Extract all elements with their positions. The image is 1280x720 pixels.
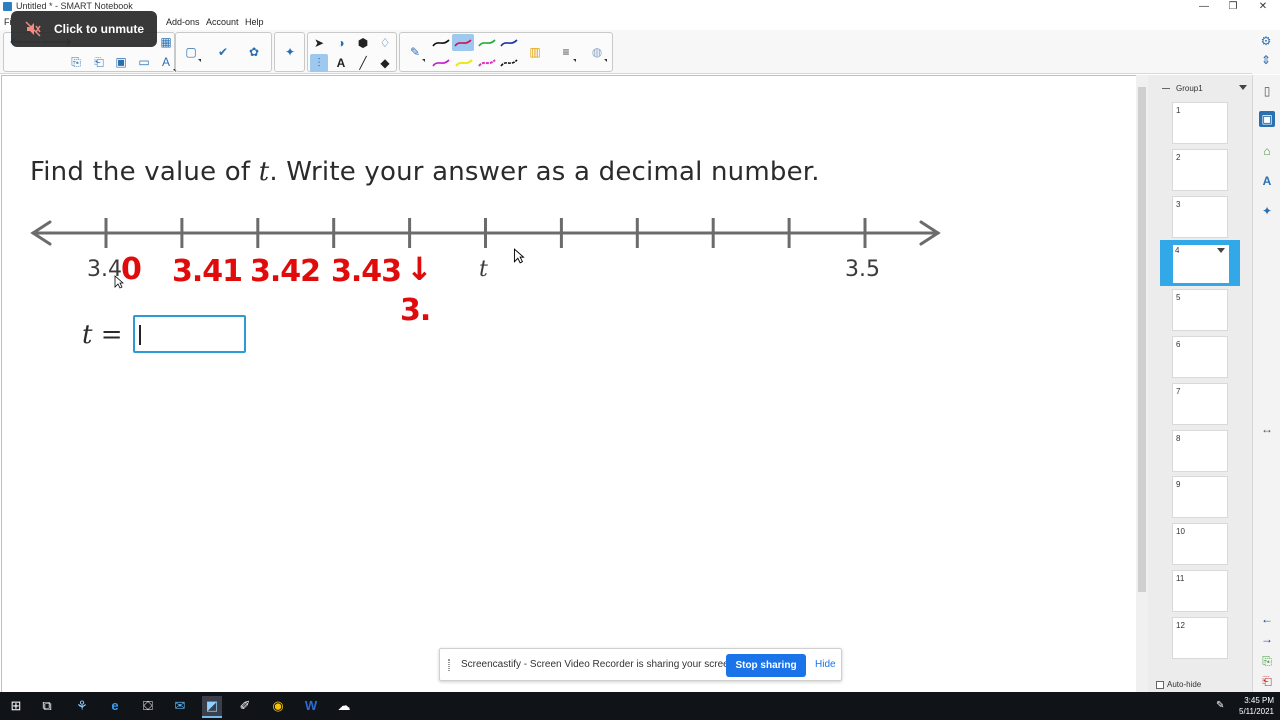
smart-notebook-taskbar-icon[interactable]: ◩ [202,696,222,718]
next-page-icon[interactable]: → [1259,631,1275,647]
add-page-icon-side[interactable]: ⎘ [1259,653,1275,669]
page-thumbnail[interactable]: 12 [1172,616,1228,659]
taskbar: ⊞ ⧉ ⚘ e ⛋ ✉ ◩ ✐ ◉ W ☁ ✎ 3:45 PM 5/11/202… [0,692,1280,720]
pen-tray-icon[interactable]: ✎ [1216,700,1224,711]
page-thumbnail[interactable]: 11 [1172,570,1228,612]
page-number: 6 [1176,340,1181,349]
group-title: Group1 [1176,84,1203,93]
handwritten-3-41: 3.41 [172,254,243,289]
page-number: 12 [1176,620,1185,630]
close-button[interactable]: ✕ [1247,0,1279,14]
clock-date: 5/11/2021 [1239,707,1274,716]
system-clock[interactable]: 3:45 PM 5/11/2021 [1234,695,1274,717]
side-tab-strip: ▯ ▣ ⌂ A ✦ ↔ ← → ⎘ ⎗ [1252,75,1280,692]
number-line [30,218,941,248]
page-thumbnail[interactable]: 9 [1172,476,1228,519]
answer-input[interactable] [133,315,246,353]
page-sorter-panel: Group1 1 2 3 4 5 6 7 8 9 10 11 12 Auto-hide [1148,75,1252,692]
mouse-cursor-icon [114,275,124,289]
smart-tools-icon[interactable]: ✐ [235,696,255,716]
page-number: 7 [1176,386,1181,396]
handwritten-partial-answer: 3. [400,293,431,328]
chrome-icon[interactable]: ◉ [268,696,288,716]
page-number: 5 [1176,293,1181,303]
page-thumbnail[interactable]: 6 [1172,336,1228,378]
canvas-vertical-scrollbar[interactable] [1136,75,1148,692]
minimize-button[interactable]: — [1188,0,1220,14]
handwritten-3-42: 3.42 [250,254,321,289]
tick-label-variable: t [479,257,488,282]
text-caret [139,325,141,345]
scrollbar-thumb[interactable] [1138,87,1146,592]
toolbar-position-icon[interactable]: ⇕ [1258,52,1274,68]
share-message: Screencastify - Screen Video Recorder is… [461,659,738,670]
handwritten-3-43: 3.43 [331,254,402,289]
task-view-icon[interactable]: ⧉ [37,696,57,716]
addons-tab-icon[interactable]: ✦ [1259,203,1275,219]
page-number: 10 [1176,527,1185,537]
people-icon[interactable]: ⚘ [72,696,92,716]
store-icon[interactable]: ⛋ [138,696,158,716]
word-icon[interactable]: W [301,696,321,716]
settings-strip: ⚙ ⇕ [1252,30,1280,74]
edge-browser-icon[interactable]: e [105,696,125,716]
page-thumbnail[interactable]: 10 [1172,523,1228,566]
delete-page-icon-side[interactable]: ⎗ [1259,673,1275,689]
hide-link[interactable]: Hide [815,659,836,670]
attachments-tab-icon[interactable]: ⌂ [1259,143,1275,159]
page-number: 4 [1175,246,1180,256]
mouse-pointer-icon [513,248,525,264]
page-thumbnail[interactable]: 8 [1172,429,1228,472]
page-number: 1 [1176,106,1181,115]
windows-start-icon[interactable]: ⊞ [6,696,26,716]
page-thumbnail[interactable]: 2 [1172,148,1228,191]
smart-ink-icon[interactable]: ☁ [334,696,354,716]
properties-tab-icon[interactable]: A [1259,173,1275,189]
previous-page-icon[interactable]: ← [1259,611,1275,627]
page-thumbnail[interactable]: 7 [1172,382,1228,425]
handwritten-arrow: ↓ [406,250,433,288]
clock-time: 3:45 PM [1244,696,1274,705]
answer-label: t = [82,320,123,350]
group-collapse-icon[interactable] [1162,88,1170,89]
page-number: 2 [1176,152,1181,162]
drag-handle-icon[interactable] [448,659,450,671]
page-number: 3 [1176,199,1181,209]
smart-notebook-window: Untitled * - SMART Notebook — ❐ ✕ Fi Add… [0,0,1280,720]
stop-sharing-button[interactable]: Stop sharing [726,654,806,677]
thumbnail-menu-chevron-icon[interactable] [1217,248,1225,254]
page-thumbnail[interactable]: 4 [1160,240,1240,287]
tick-label-right: 3.5 [845,257,880,282]
page-thumbnail[interactable]: 1 [1172,102,1228,144]
page-thumbnail[interactable]: 5 [1172,289,1228,332]
page-number: 8 [1176,433,1181,443]
gallery-tab-icon[interactable]: ▣ [1259,111,1275,127]
resize-panel-icon[interactable]: ↔ [1259,421,1275,437]
page-sorter-tab-icon[interactable]: ▯ [1259,83,1275,99]
page-thumbnail[interactable]: 3 [1172,195,1228,238]
page-number: 11 [1176,574,1185,583]
group-menu-chevron-icon[interactable] [1239,85,1247,90]
gear-icon[interactable]: ⚙ [1258,33,1274,49]
mail-icon[interactable]: ✉ [170,696,190,716]
screen-share-bar: Screencastify - Screen Video Recorder is… [439,648,842,681]
page-number: 9 [1176,480,1181,490]
maximize-button[interactable]: ❐ [1217,0,1249,14]
